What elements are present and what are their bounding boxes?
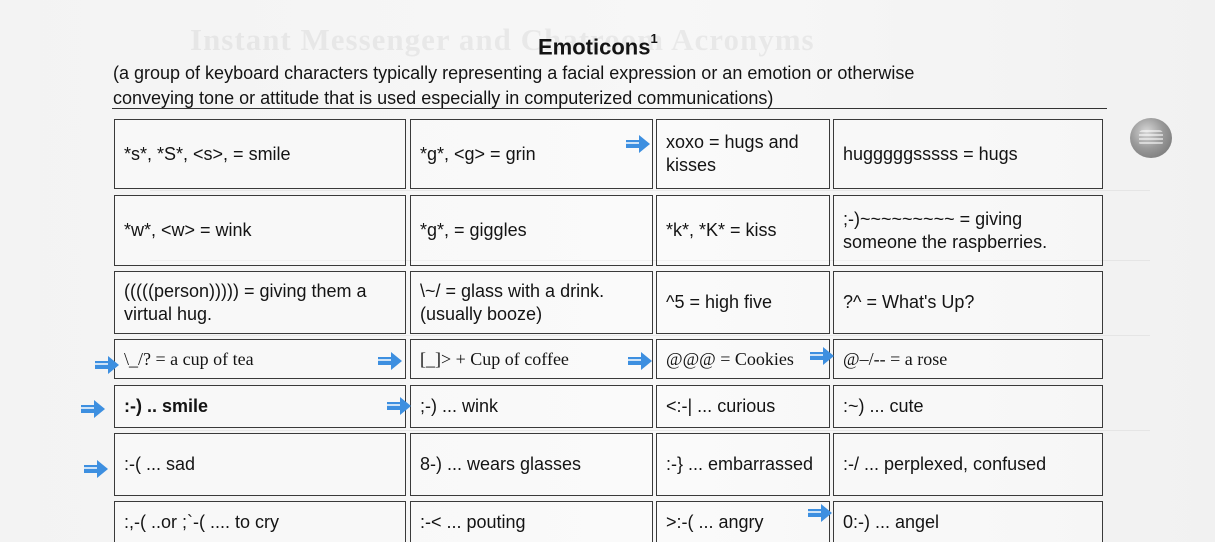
table-cell: @–/-- = a rose xyxy=(833,339,1103,379)
table-cell: 8-) ... wears glasses xyxy=(410,433,653,496)
table-cell: <:-| ... curious xyxy=(656,385,830,428)
table-cell: @@@ = Cookies xyxy=(656,339,830,379)
table-cell: 0:-) ... angel xyxy=(833,501,1103,542)
emoticon-table: *s*, *S*, <s>, = smile *g*, <g> = grin x… xyxy=(112,108,1107,542)
table-cell: :,-( ..or ;`-( .... to cry xyxy=(114,501,406,542)
right-arrow-icon xyxy=(94,354,120,376)
table-cell: *w*, <w> = wink xyxy=(114,195,406,266)
table-cell: *g*, <g> = grin xyxy=(410,119,653,189)
table-cell: ;-) ... wink xyxy=(410,385,653,428)
right-arrow-icon xyxy=(625,133,651,155)
right-arrow-icon xyxy=(386,395,412,417)
table-cell: [_]> + Cup of coffee xyxy=(410,339,653,379)
table-cell: :~) ... cute xyxy=(833,385,1103,428)
scroll-button-icon[interactable] xyxy=(1130,118,1172,158)
intro-line-2: conveying tone or attitude that is used … xyxy=(113,88,774,108)
table-cell: ;-)~~~~~~~~~ = giving someone the raspbe… xyxy=(833,195,1103,266)
title-text: Emoticons xyxy=(538,34,651,60)
table-cell: :-< ... pouting xyxy=(410,501,653,542)
page-title: Emoticons1 xyxy=(538,31,658,60)
table-cell: *k*, *K* = kiss xyxy=(656,195,830,266)
table-cell: >:-( ... angry xyxy=(656,501,830,542)
table-cell: :-) .. smile xyxy=(114,385,406,428)
table-cell: :-( ... sad xyxy=(114,433,406,496)
table-cell: *g*, = giggles xyxy=(410,195,653,266)
title-footnote-marker: 1 xyxy=(650,31,658,46)
scanned-document-page: Instant Messenger and Chatroom Acronyms … xyxy=(0,0,1215,542)
table-cell: ?^ = What's Up? xyxy=(833,271,1103,334)
table-cell: :-/ ... perplexed, confused xyxy=(833,433,1103,496)
table-cell: hugggggsssss = hugs xyxy=(833,119,1103,189)
right-arrow-icon xyxy=(807,502,833,524)
table-cell: xoxo = hugs and kisses xyxy=(656,119,830,189)
faded-background-heading: Instant Messenger and Chatroom Acronyms xyxy=(190,22,815,57)
table-cell: :-} ... embarrassed xyxy=(656,433,830,496)
table-cell: \~/ = glass with a drink. (usually booze… xyxy=(410,271,653,334)
table-cell: \_/? = a cup of tea xyxy=(114,339,406,379)
table-cell: ^5 = high five xyxy=(656,271,830,334)
intro-definition: (a group of keyboard characters typicall… xyxy=(113,61,1093,111)
right-arrow-icon xyxy=(627,350,653,372)
right-arrow-icon xyxy=(377,350,403,372)
table-cell: (((((person))))) = giving them a virtual… xyxy=(114,271,406,334)
intro-line-1: (a group of keyboard characters typicall… xyxy=(113,63,915,83)
table-cell: *s*, *S*, <s>, = smile xyxy=(114,119,406,189)
right-arrow-icon xyxy=(809,345,835,367)
right-arrow-icon xyxy=(83,458,109,480)
right-arrow-icon xyxy=(80,398,106,420)
